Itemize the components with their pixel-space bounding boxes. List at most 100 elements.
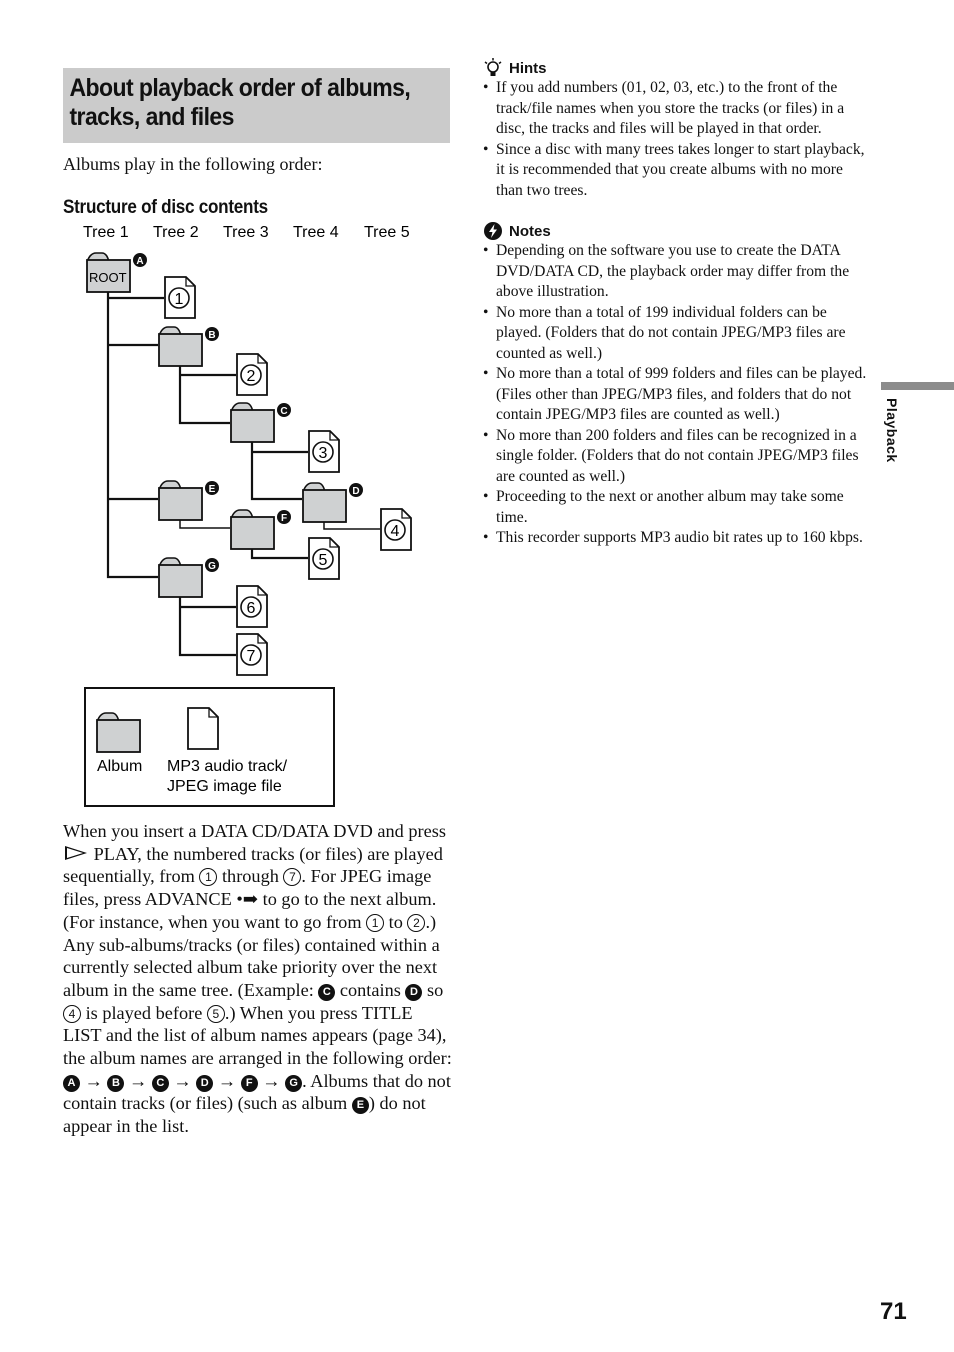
- track-file-6: 6: [236, 585, 268, 628]
- folder-icon: [158, 557, 203, 598]
- album-order-sequence: A → B → C → D → F → G: [63, 1070, 303, 1092]
- body-text: contains: [335, 979, 406, 1000]
- track-file-5: 5: [308, 537, 340, 580]
- track-file-7: 7: [236, 633, 268, 676]
- notes-list: Depending on the software you use to cre…: [483, 241, 868, 549]
- album-badge-b: B: [107, 1074, 125, 1092]
- album-badge-label: C: [280, 406, 287, 417]
- track-number-label: 1: [175, 291, 184, 308]
- hint-item: If you add numbers (01, 02, 03, etc.) to…: [483, 78, 868, 140]
- notes-icon: [484, 222, 502, 240]
- track-number-label: 3: [319, 445, 328, 462]
- hints-heading: Hints: [483, 58, 868, 78]
- track-number-5: 5: [206, 1004, 225, 1023]
- legend-box: Album MP3 audio track/ JPEG image file: [84, 687, 335, 807]
- album-badge-c: C: [318, 983, 336, 1001]
- album-badge-d: D: [405, 983, 423, 1001]
- note-item: Depending on the software you use to cre…: [483, 241, 868, 303]
- note-item: This recorder supports MP3 audio bit rat…: [483, 528, 868, 549]
- album-badge-label: E: [209, 484, 216, 495]
- root-label: ROOT: [89, 270, 127, 285]
- tree-label: Tree 2: [153, 224, 199, 241]
- album-badge-d: D: [196, 1074, 214, 1092]
- track-number-2: 2: [407, 913, 426, 932]
- tree-label: Tree 1: [83, 224, 129, 241]
- album-badge-g: G: [285, 1074, 303, 1092]
- album-badge-c: C: [151, 1074, 169, 1092]
- legend-file-icon: [187, 707, 219, 750]
- arrow-icon: →: [168, 1070, 197, 1091]
- album-folder-d: D: [302, 482, 363, 523]
- advance-icon: •➡: [236, 889, 259, 910]
- tree-label: Tree 5: [364, 224, 410, 241]
- track-number-label: 5: [319, 552, 328, 569]
- tree-nodes: ROOT A B C D E F G 1 2 3 4 5 6 7: [86, 252, 412, 676]
- right-column: Hints If you add numbers (01, 02, 03, et…: [483, 58, 868, 549]
- note-item: Proceeding to the next or another album …: [483, 487, 868, 528]
- tree-connector: [250, 437, 302, 501]
- body-text: When you insert a DATA CD/DATA DVD and p…: [63, 821, 446, 841]
- album-folder-c: C: [230, 402, 291, 443]
- note-item: No more than 200 folders and files can b…: [483, 426, 868, 488]
- folder-icon: [230, 402, 275, 443]
- track-file-2: 2: [236, 353, 268, 396]
- legend-album-label: Album: [97, 758, 142, 775]
- album-folder-b: B: [158, 326, 219, 367]
- body-text: to: [384, 911, 408, 932]
- album-badge-e: E: [351, 1097, 369, 1115]
- folder-icon: [158, 326, 203, 367]
- folder-icon: [302, 482, 347, 523]
- section-tab-label: Playback: [884, 398, 900, 463]
- hints-list: If you add numbers (01, 02, 03, etc.) to…: [483, 78, 868, 201]
- section-tab-bar: [881, 382, 954, 390]
- arrow-icon: →: [80, 1070, 108, 1091]
- tree-labels: Tree 1 Tree 2 Tree 3 Tree 4 Tree 5: [83, 224, 410, 241]
- track-number-label: 7: [247, 648, 256, 665]
- track-number-label: 6: [247, 600, 256, 617]
- album-folder-f: F: [230, 509, 291, 550]
- folder-icon: [230, 509, 275, 550]
- lightbulb-icon: [484, 58, 502, 76]
- notes-heading: Notes: [483, 221, 868, 241]
- track-number-4: 4: [63, 1004, 81, 1023]
- body-text: is played before: [81, 1002, 207, 1023]
- legend-file-label-line2: JPEG image file: [167, 778, 282, 795]
- album-badge-label: D: [352, 486, 359, 497]
- folder-icon: [158, 480, 203, 521]
- tree-connector: [178, 592, 236, 657]
- arrow-icon: →: [257, 1070, 286, 1091]
- track-number-1: 1: [199, 868, 218, 887]
- album-folder-g: G: [158, 557, 219, 598]
- track-file-4: 4: [380, 508, 412, 551]
- play-icon: [65, 845, 87, 860]
- album-badge-f: F: [240, 1074, 258, 1092]
- tree-label: Tree 4: [293, 224, 339, 241]
- album-badge-label: G: [208, 561, 216, 572]
- body-text: through: [217, 866, 284, 887]
- track-number-1: 1: [366, 913, 385, 932]
- notes-title: Notes: [509, 222, 551, 240]
- arrow-icon: →: [124, 1070, 152, 1091]
- hints-title: Hints: [509, 59, 547, 77]
- track-number-label: 4: [391, 523, 400, 540]
- track-number-7: 7: [283, 868, 302, 887]
- body-paragraph: When you insert a DATA CD/DATA DVD and p…: [63, 820, 453, 1138]
- album-badge-a: A: [63, 1074, 80, 1092]
- album-folder-a: ROOT A: [86, 252, 147, 293]
- track-file-3: 3: [308, 430, 340, 473]
- legend-file-label-line1: MP3 audio track/: [167, 758, 288, 775]
- body-text: so: [422, 979, 444, 1000]
- arrow-icon: →: [213, 1070, 241, 1091]
- tree-label: Tree 3: [223, 224, 269, 241]
- tree-connector: [106, 284, 158, 579]
- track-file-1: 1: [164, 276, 196, 319]
- page-number: 71: [880, 1298, 907, 1325]
- album-badge-label: B: [208, 330, 215, 341]
- album-badge-label: A: [136, 256, 143, 267]
- note-item: No more than a total of 999 folders and …: [483, 364, 868, 426]
- album-folder-e: E: [158, 480, 219, 521]
- tree-connector: [178, 361, 230, 425]
- hint-item: Since a disc with many trees takes longe…: [483, 140, 868, 202]
- album-badge-label: F: [281, 513, 287, 524]
- note-item: No more than a total of 199 individual f…: [483, 303, 868, 365]
